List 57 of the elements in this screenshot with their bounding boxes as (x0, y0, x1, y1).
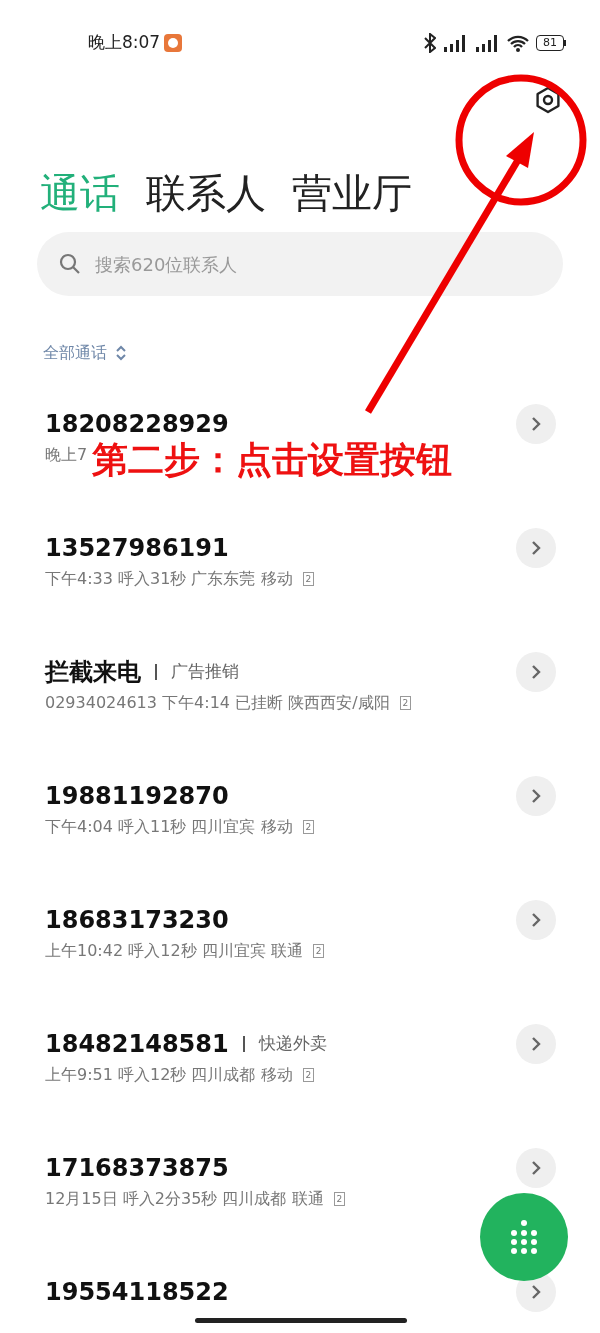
separator (155, 664, 157, 680)
status-time: 晚上8:07 (88, 31, 161, 55)
chevron-icon (531, 416, 541, 432)
separator (242, 1036, 245, 1052)
caller-name: 18683173230 (45, 905, 229, 936)
annotation-text: 第二步：点击设置按钮 (92, 438, 452, 482)
call-detail: 02934024613 下午4:14 已挂断 陕西西安/咸阳 (45, 692, 390, 714)
sim-badge: 2 (302, 1068, 315, 1082)
caller-name: 18208228929 (45, 409, 229, 440)
sim-badge: 2 (302, 572, 315, 586)
call-detail: 下午4:04 呼入11秒 四川宜宾 移动 (45, 816, 293, 838)
caller-name: 17168373875 (45, 1153, 229, 1184)
chevron-icon (531, 664, 541, 680)
chevron-icon (531, 1160, 541, 1176)
call-detail: 12月15日 呼入2分35秒 四川成都 联通 (45, 1188, 324, 1210)
bluetooth-icon (424, 33, 436, 53)
sim-badge: 2 (312, 944, 325, 958)
caller-tag: 快递外卖 (258, 1031, 327, 1057)
details-button[interactable] (516, 528, 556, 568)
caller-tag: 广告推销 (171, 659, 239, 685)
wifi-icon (506, 33, 530, 53)
signal-icon (474, 33, 500, 53)
chevron-icon (531, 912, 541, 928)
call-detail: 上午10:42 呼入12秒 四川宜宾 联通 (45, 940, 303, 962)
signal-icon (442, 33, 468, 53)
tab[interactable]: 营业厅 (292, 154, 412, 232)
details-button[interactable] (516, 1148, 556, 1188)
call-detail: 晚上7 (45, 444, 88, 466)
details-button[interactable] (516, 1024, 556, 1064)
filter-dropdown[interactable]: 全部通话 (43, 341, 107, 365)
call-detail: 上午9:51 呼入12秒 四川成都 移动 (45, 1064, 293, 1086)
tab[interactable]: 联系人 (146, 154, 266, 232)
details-button[interactable] (516, 776, 556, 816)
battery-icon: 81 (536, 35, 566, 51)
caller-name: 19881192870 (45, 781, 229, 812)
search-icon (59, 253, 81, 275)
details-button[interactable] (516, 404, 556, 444)
sim-badge: 2 (302, 820, 315, 834)
chevron-icon (531, 1036, 541, 1052)
caller-name: 拦截来电 (45, 657, 141, 688)
sim-badge: 2 (399, 696, 412, 710)
details-button[interactable] (516, 652, 556, 692)
caller-name: 13527986191 (45, 533, 229, 564)
search-input[interactable]: 搜索620位联系人 (95, 250, 495, 278)
app-notification-icon (164, 34, 183, 52)
sort-caret-icon (115, 344, 127, 362)
search-field[interactable]: 搜索620位联系人 (37, 232, 563, 296)
details-button[interactable] (516, 900, 556, 940)
caller-name: 19554118522 (45, 1277, 229, 1308)
call-detail: 下午4:33 呼入31秒 广东东莞 移动 (45, 568, 293, 590)
settings-icon[interactable] (534, 86, 562, 114)
dialpad-icon (509, 1220, 539, 1254)
caller-name: 18482148581 (45, 1029, 229, 1060)
sim-badge: 2 (333, 1192, 346, 1206)
chevron-icon (531, 540, 541, 556)
chevron-icon (531, 788, 541, 804)
chevron-icon (531, 1284, 541, 1300)
